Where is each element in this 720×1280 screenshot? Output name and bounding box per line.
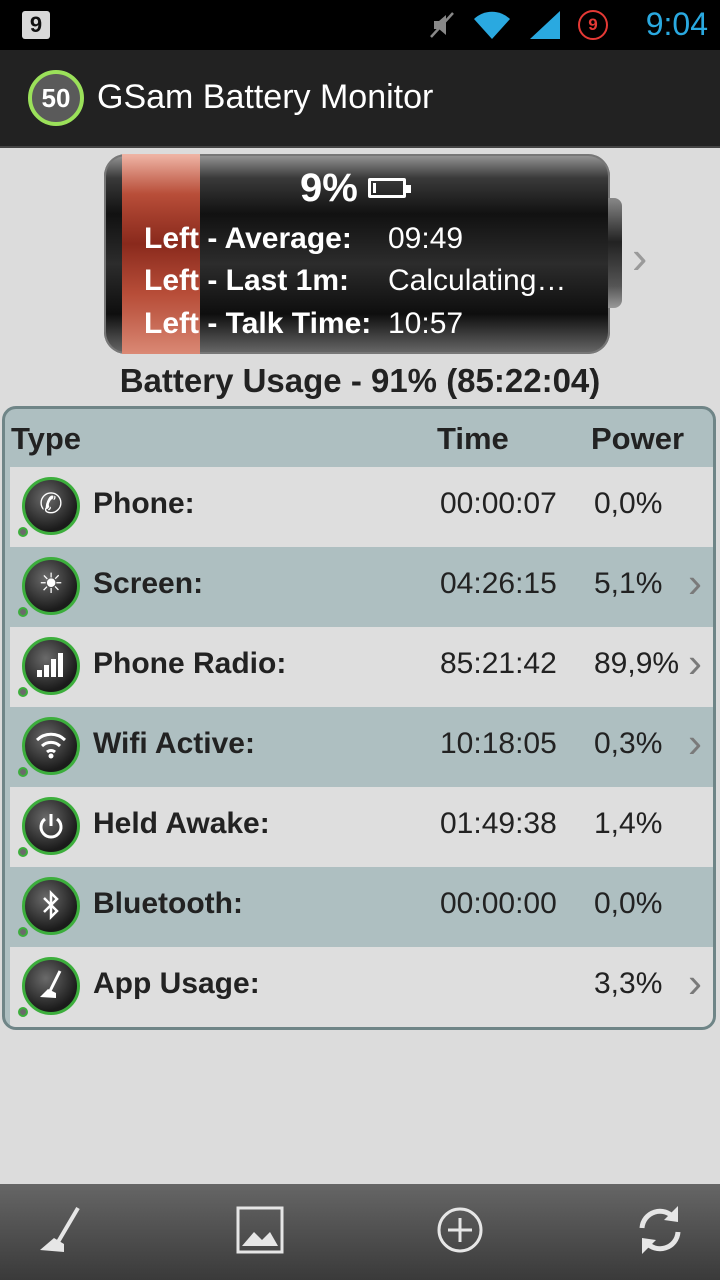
row-label: Phone:: [93, 487, 195, 520]
row-power: 1,4%: [594, 807, 663, 840]
alarm-icon: 9: [578, 10, 608, 40]
table-row[interactable]: Held Awake: 01:49:38 1,4%: [10, 787, 713, 867]
wifi-icon: [16, 713, 84, 781]
left-average-value: 09:49: [388, 222, 464, 255]
header-power: Power: [591, 421, 685, 456]
screen-brightness-icon: ☀: [16, 553, 84, 621]
row-power: 0,0%: [594, 887, 663, 920]
header-type: Type: [11, 421, 82, 456]
row-time: 01:49:38: [440, 807, 557, 840]
table-row[interactable]: Wifi Active: 10:18:05 0,3% ›: [10, 707, 713, 787]
row-label: Wifi Active:: [93, 727, 255, 760]
chevron-right-icon[interactable]: ›: [688, 559, 702, 607]
table-row[interactable]: ☀ Screen: 04:26:15 5,1% ›: [10, 547, 713, 627]
row-label: Screen:: [93, 567, 204, 600]
left-talk-time-value: 10:57: [388, 307, 464, 340]
row-label: Held Awake:: [93, 807, 270, 840]
status-clock: 9:04: [645, 6, 708, 42]
notification-badge: 9: [22, 11, 50, 39]
row-label: Phone Radio:: [93, 647, 287, 680]
left-talk-time-label: Left - Talk Time:: [144, 307, 372, 340]
battery-terminal: [608, 198, 622, 308]
app-title: GSam Battery Monitor: [97, 78, 434, 116]
bottom-toolbar: [0, 1184, 720, 1280]
power-icon: [16, 793, 84, 861]
row-power: 0,3%: [594, 727, 663, 760]
row-label: Bluetooth:: [93, 887, 243, 920]
row-time: 85:21:42: [440, 647, 557, 680]
phone-icon: ✆: [16, 473, 84, 541]
table-row[interactable]: Phone Radio: 85:21:42 89,9% ›: [10, 627, 713, 707]
table-header: Type Time Power: [5, 409, 713, 467]
row-power: 3,3%: [594, 967, 663, 1000]
battery-percent: 9%: [300, 166, 358, 210]
row-power: 5,1%: [594, 567, 663, 600]
image-icon[interactable]: [228, 1198, 292, 1262]
wifi-icon: [474, 11, 510, 39]
header-time: Time: [437, 421, 509, 456]
broom-icon: [16, 953, 84, 1021]
usage-table: Type Time Power ✆ Phone: 00:00:07 0,0% ☀…: [2, 406, 716, 1030]
row-power: 0,0%: [594, 487, 663, 520]
row-time: 00:00:00: [440, 887, 557, 920]
refresh-icon[interactable]: [628, 1198, 692, 1262]
left-last-1m-value: Calculating…: [388, 264, 567, 297]
signal-bars-icon: [16, 633, 84, 701]
status-bar: 9 9 9:04: [0, 0, 720, 50]
row-time: 04:26:15: [440, 567, 557, 600]
chevron-right-icon[interactable]: ›: [688, 639, 702, 687]
chevron-right-icon[interactable]: ›: [688, 959, 702, 1007]
row-power: 89,9%: [594, 647, 680, 680]
table-row[interactable]: App Usage: 3,3% ›: [10, 947, 713, 1027]
chevron-right-icon[interactable]: ›: [688, 719, 702, 767]
battery-low-icon: [368, 178, 411, 198]
row-time: 10:18:05: [440, 727, 557, 760]
cell-signal-icon: [530, 11, 560, 39]
mute-icon: [430, 12, 454, 38]
add-icon[interactable]: [428, 1198, 492, 1262]
battery-usage-title: Battery Usage - 91% (85:22:04): [119, 362, 601, 399]
broom-icon[interactable]: [28, 1198, 92, 1262]
left-last-1m-label: Left - Last 1m:: [144, 264, 350, 297]
bluetooth-icon: [16, 873, 84, 941]
table-row[interactable]: Bluetooth: 00:00:00 0,0%: [10, 867, 713, 947]
row-time: 00:00:07: [440, 487, 557, 520]
app-logo-icon[interactable]: 50: [28, 70, 84, 126]
left-average-label: Left - Average:: [144, 222, 352, 255]
action-bar: 50 GSam Battery Monitor: [0, 50, 720, 148]
chevron-right-icon[interactable]: ›: [632, 230, 647, 284]
table-row[interactable]: ✆ Phone: 00:00:07 0,0%: [10, 467, 713, 547]
row-label: App Usage:: [93, 967, 260, 1000]
